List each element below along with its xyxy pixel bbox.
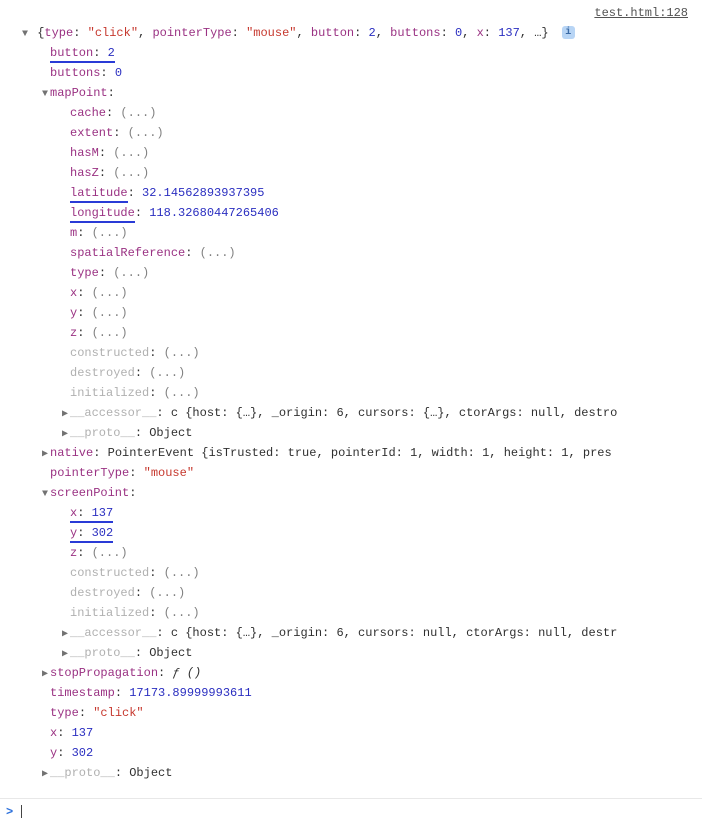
disclosure-right-icon[interactable]: [40, 766, 50, 784]
prop-destroyed[interactable]: destroyed: (...): [20, 364, 698, 384]
prop-timestamp[interactable]: timestamp: 17173.89999993611: [20, 684, 698, 704]
prop-type[interactable]: type: "click": [20, 704, 698, 724]
prop-screen-x[interactable]: x: 137: [20, 504, 698, 524]
prop-x[interactable]: x: 137: [20, 724, 698, 744]
disclosure-down-icon[interactable]: [40, 86, 50, 104]
prop-destroyed[interactable]: destroyed: (...): [20, 584, 698, 604]
info-icon[interactable]: i: [562, 26, 575, 39]
prop-screenPoint[interactable]: screenPoint:: [20, 484, 698, 504]
console-output: {type: "click", pointerType: "mouse", bu…: [0, 24, 702, 790]
prop-initialized[interactable]: initialized: (...): [20, 604, 698, 624]
prop-z[interactable]: z: (...): [20, 324, 698, 344]
prop-spatialReference[interactable]: spatialReference: (...): [20, 244, 698, 264]
prop-longitude[interactable]: longitude: 118.32680447265406: [20, 204, 698, 224]
disclosure-right-icon[interactable]: [60, 426, 70, 444]
prop-screen-z[interactable]: z: (...): [20, 544, 698, 564]
prop-latitude[interactable]: latitude: 32.14562893937395: [20, 184, 698, 204]
prop-pointerType[interactable]: pointerType: "mouse": [20, 464, 698, 484]
prop-constructed[interactable]: constructed: (...): [20, 564, 698, 584]
disclosure-down-icon[interactable]: [20, 26, 30, 44]
prop-m[interactable]: m: (...): [20, 224, 698, 244]
prop-proto[interactable]: __proto__: Object: [20, 644, 698, 664]
prop-initialized[interactable]: initialized: (...): [20, 384, 698, 404]
prop-proto[interactable]: __proto__: Object: [20, 764, 698, 784]
prop-buttons[interactable]: buttons: 0: [20, 64, 698, 84]
text-cursor: [21, 805, 22, 818]
object-summary[interactable]: {type: "click", pointerType: "mouse", bu…: [20, 24, 698, 44]
prop-stopPropagation[interactable]: stopPropagation: ƒ (): [20, 664, 698, 684]
prop-accessor[interactable]: __accessor__: c {host: {…}, _origin: 6, …: [20, 404, 698, 424]
disclosure-right-icon[interactable]: [60, 646, 70, 664]
prop-constructed[interactable]: constructed: (...): [20, 344, 698, 364]
prop-button[interactable]: button: 2: [20, 44, 698, 64]
prop-hasM[interactable]: hasM: (...): [20, 144, 698, 164]
source-link[interactable]: test.html:128: [0, 0, 702, 24]
prop-proto[interactable]: __proto__: Object: [20, 424, 698, 444]
prop-extent[interactable]: extent: (...): [20, 124, 698, 144]
prop-type[interactable]: type: (...): [20, 264, 698, 284]
disclosure-right-icon[interactable]: [40, 666, 50, 684]
console-prompt[interactable]: >: [0, 798, 702, 825]
source-line: 128: [666, 6, 688, 20]
prop-native[interactable]: native: PointerEvent {isTrusted: true, p…: [20, 444, 698, 464]
prop-cache[interactable]: cache: (...): [20, 104, 698, 124]
prop-mapPoint[interactable]: mapPoint:: [20, 84, 698, 104]
prompt-caret-icon: >: [6, 805, 13, 819]
prop-x[interactable]: x: (...): [20, 284, 698, 304]
prop-y[interactable]: y: 302: [20, 744, 698, 764]
prop-screen-y[interactable]: y: 302: [20, 524, 698, 544]
disclosure-right-icon[interactable]: [40, 446, 50, 464]
disclosure-right-icon[interactable]: [60, 626, 70, 644]
prop-accessor[interactable]: __accessor__: c {host: {…}, _origin: 6, …: [20, 624, 698, 644]
prop-y[interactable]: y: (...): [20, 304, 698, 324]
source-file: test.html: [594, 6, 659, 20]
disclosure-right-icon[interactable]: [60, 406, 70, 424]
prop-hasZ[interactable]: hasZ: (...): [20, 164, 698, 184]
disclosure-down-icon[interactable]: [40, 486, 50, 504]
